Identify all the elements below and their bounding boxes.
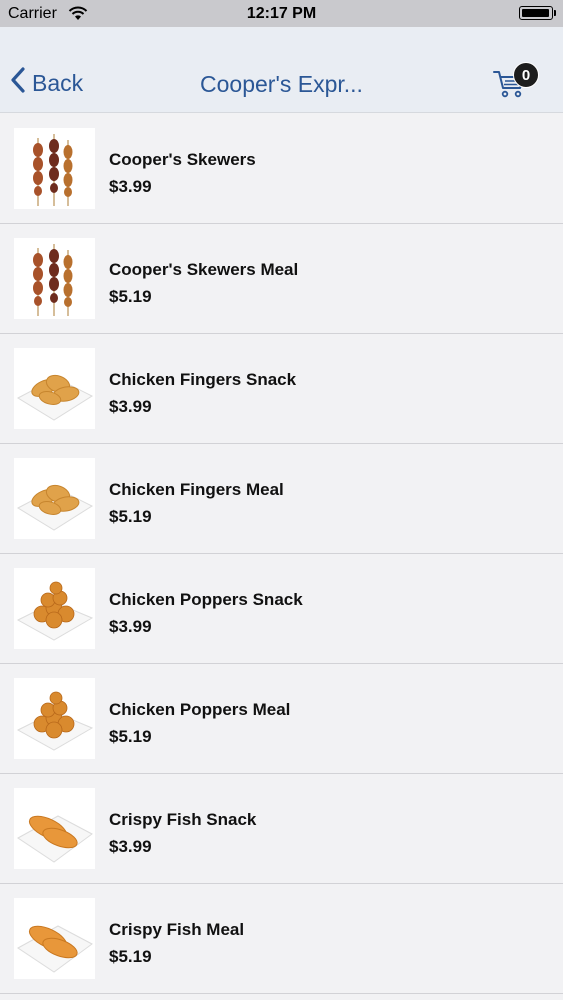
- battery-icon: [519, 6, 556, 20]
- back-button[interactable]: Back: [10, 67, 83, 99]
- chicken-fingers-image: [14, 348, 95, 429]
- item-name: Chicken Fingers Meal: [109, 480, 284, 499]
- chicken-fingers-image: [14, 458, 95, 539]
- item-name: Chicken Poppers Snack: [109, 590, 303, 609]
- item-name: Crispy Fish Meal: [109, 920, 245, 939]
- item-name: Crispy Fish Snack: [109, 810, 257, 829]
- skewers-image: [14, 128, 95, 209]
- item-price: $3.99: [109, 617, 152, 636]
- menu-item[interactable]: Chicken Poppers Snack $3.99: [0, 554, 563, 664]
- item-name: Cooper's Skewers: [109, 150, 256, 169]
- item-price: $5.19: [109, 947, 152, 966]
- menu-item[interactable]: Chicken Poppers Meal $5.19: [0, 664, 563, 774]
- page-title: Cooper's Expr...: [200, 71, 363, 97]
- item-name: Chicken Poppers Meal: [109, 700, 291, 719]
- menu-item[interactable]: Cooper's Skewers $3.99: [0, 114, 563, 224]
- item-price: $5.19: [109, 287, 152, 306]
- chicken-poppers-image: [14, 568, 95, 649]
- menu-item[interactable]: Chicken Fingers Meal $5.19: [0, 444, 563, 554]
- cart-count-badge: 0: [513, 62, 539, 88]
- item-price: $3.99: [109, 397, 152, 416]
- menu-item[interactable]: Cooper's Skewers Meal $5.19: [0, 224, 563, 334]
- menu-item[interactable]: Crispy Fish Meal $5.19: [0, 884, 563, 994]
- menu-item[interactable]: Crispy Fish Snack $3.99: [0, 774, 563, 884]
- item-price: $3.99: [109, 837, 152, 856]
- menu-item[interactable]: Chicken Fingers Snack $3.99: [0, 334, 563, 444]
- item-name: Chicken Fingers Snack: [109, 370, 297, 389]
- navigation-bar: Back Cooper's Expr... 0: [0, 27, 563, 113]
- menu-item-list: Cooper's Skewers $3.99 Cooper's Skewers …: [0, 114, 563, 994]
- chevron-left-icon: [10, 67, 26, 99]
- item-price: $3.99: [109, 177, 152, 196]
- crispy-fish-image: [14, 788, 95, 869]
- item-name: Cooper's Skewers Meal: [109, 260, 299, 279]
- item-price: $5.19: [109, 727, 152, 746]
- cart-button[interactable]: 0: [493, 62, 539, 103]
- item-price: $5.19: [109, 507, 152, 526]
- chicken-poppers-image: [14, 678, 95, 759]
- crispy-fish-image: [14, 898, 95, 979]
- skewers-image: [14, 238, 95, 319]
- back-label: Back: [32, 69, 84, 96]
- status-time: 12:17 PM: [246, 5, 317, 22]
- status-bar: Carrier 12:17 PM: [0, 0, 563, 27]
